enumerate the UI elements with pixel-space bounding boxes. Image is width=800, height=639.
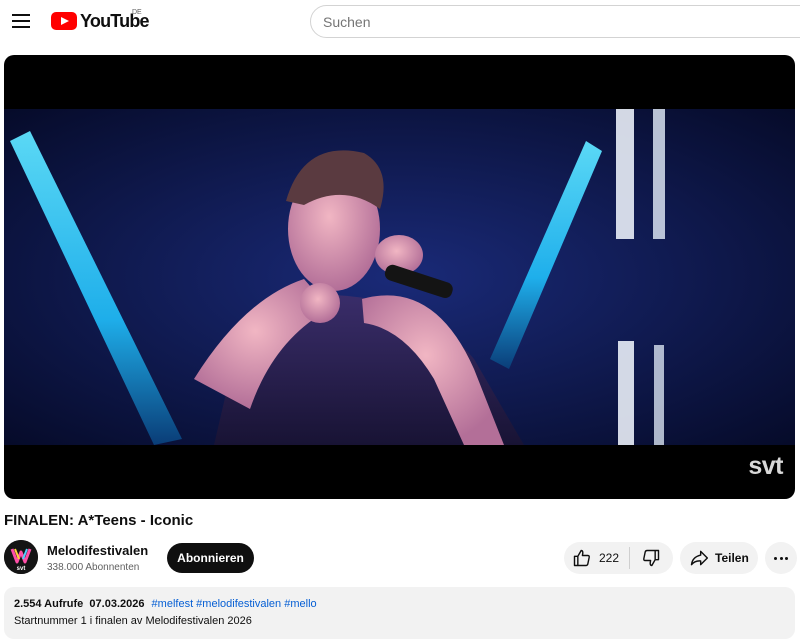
description-text: Startnummer 1 i finalen av Melodifestiva…: [14, 615, 252, 627]
hashtags[interactable]: #melfest #melodifestivalen #mello: [152, 598, 317, 610]
svt-watermark: svt: [748, 452, 783, 480]
description-meta: 2.554 Aufrufe 07.03.2026 #melfest #melod…: [14, 598, 317, 610]
subscriber-count: 338.000 Abonnenten: [47, 562, 140, 573]
video-player[interactable]: svt: [4, 55, 795, 499]
thumbs-up-icon: [573, 549, 590, 567]
view-count: 2.554 Aufrufe: [14, 598, 84, 610]
channel-name[interactable]: Melodifestivalen: [47, 543, 148, 558]
dislike-button[interactable]: [630, 542, 673, 574]
subscribe-button[interactable]: Abonnieren: [167, 543, 254, 573]
share-arrow-icon: [690, 550, 709, 566]
avatar-text: svt: [17, 566, 26, 572]
like-button[interactable]: 222: [564, 542, 629, 574]
channel-avatar[interactable]: svt: [4, 540, 38, 574]
like-count: 222: [599, 551, 620, 565]
like-dislike-group: 222: [564, 542, 673, 574]
more-options-icon[interactable]: [765, 542, 797, 574]
share-label: Teilen: [715, 551, 749, 565]
share-button[interactable]: Teilen: [680, 542, 758, 574]
upload-date: 07.03.2026: [89, 598, 145, 610]
youtube-play-icon: [51, 12, 77, 30]
thumbs-down-icon: [643, 549, 660, 567]
search-input[interactable]: [310, 5, 800, 38]
video-title: FINALEN: A*Teens - Iconic: [4, 512, 194, 529]
menu-icon[interactable]: [12, 12, 30, 28]
country-code: DE: [132, 9, 142, 16]
description-box[interactable]: 2.554 Aufrufe 07.03.2026 #melfest #melod…: [4, 587, 795, 639]
melodifestivalen-logo: svt: [4, 540, 38, 574]
video-frame: [4, 109, 795, 445]
